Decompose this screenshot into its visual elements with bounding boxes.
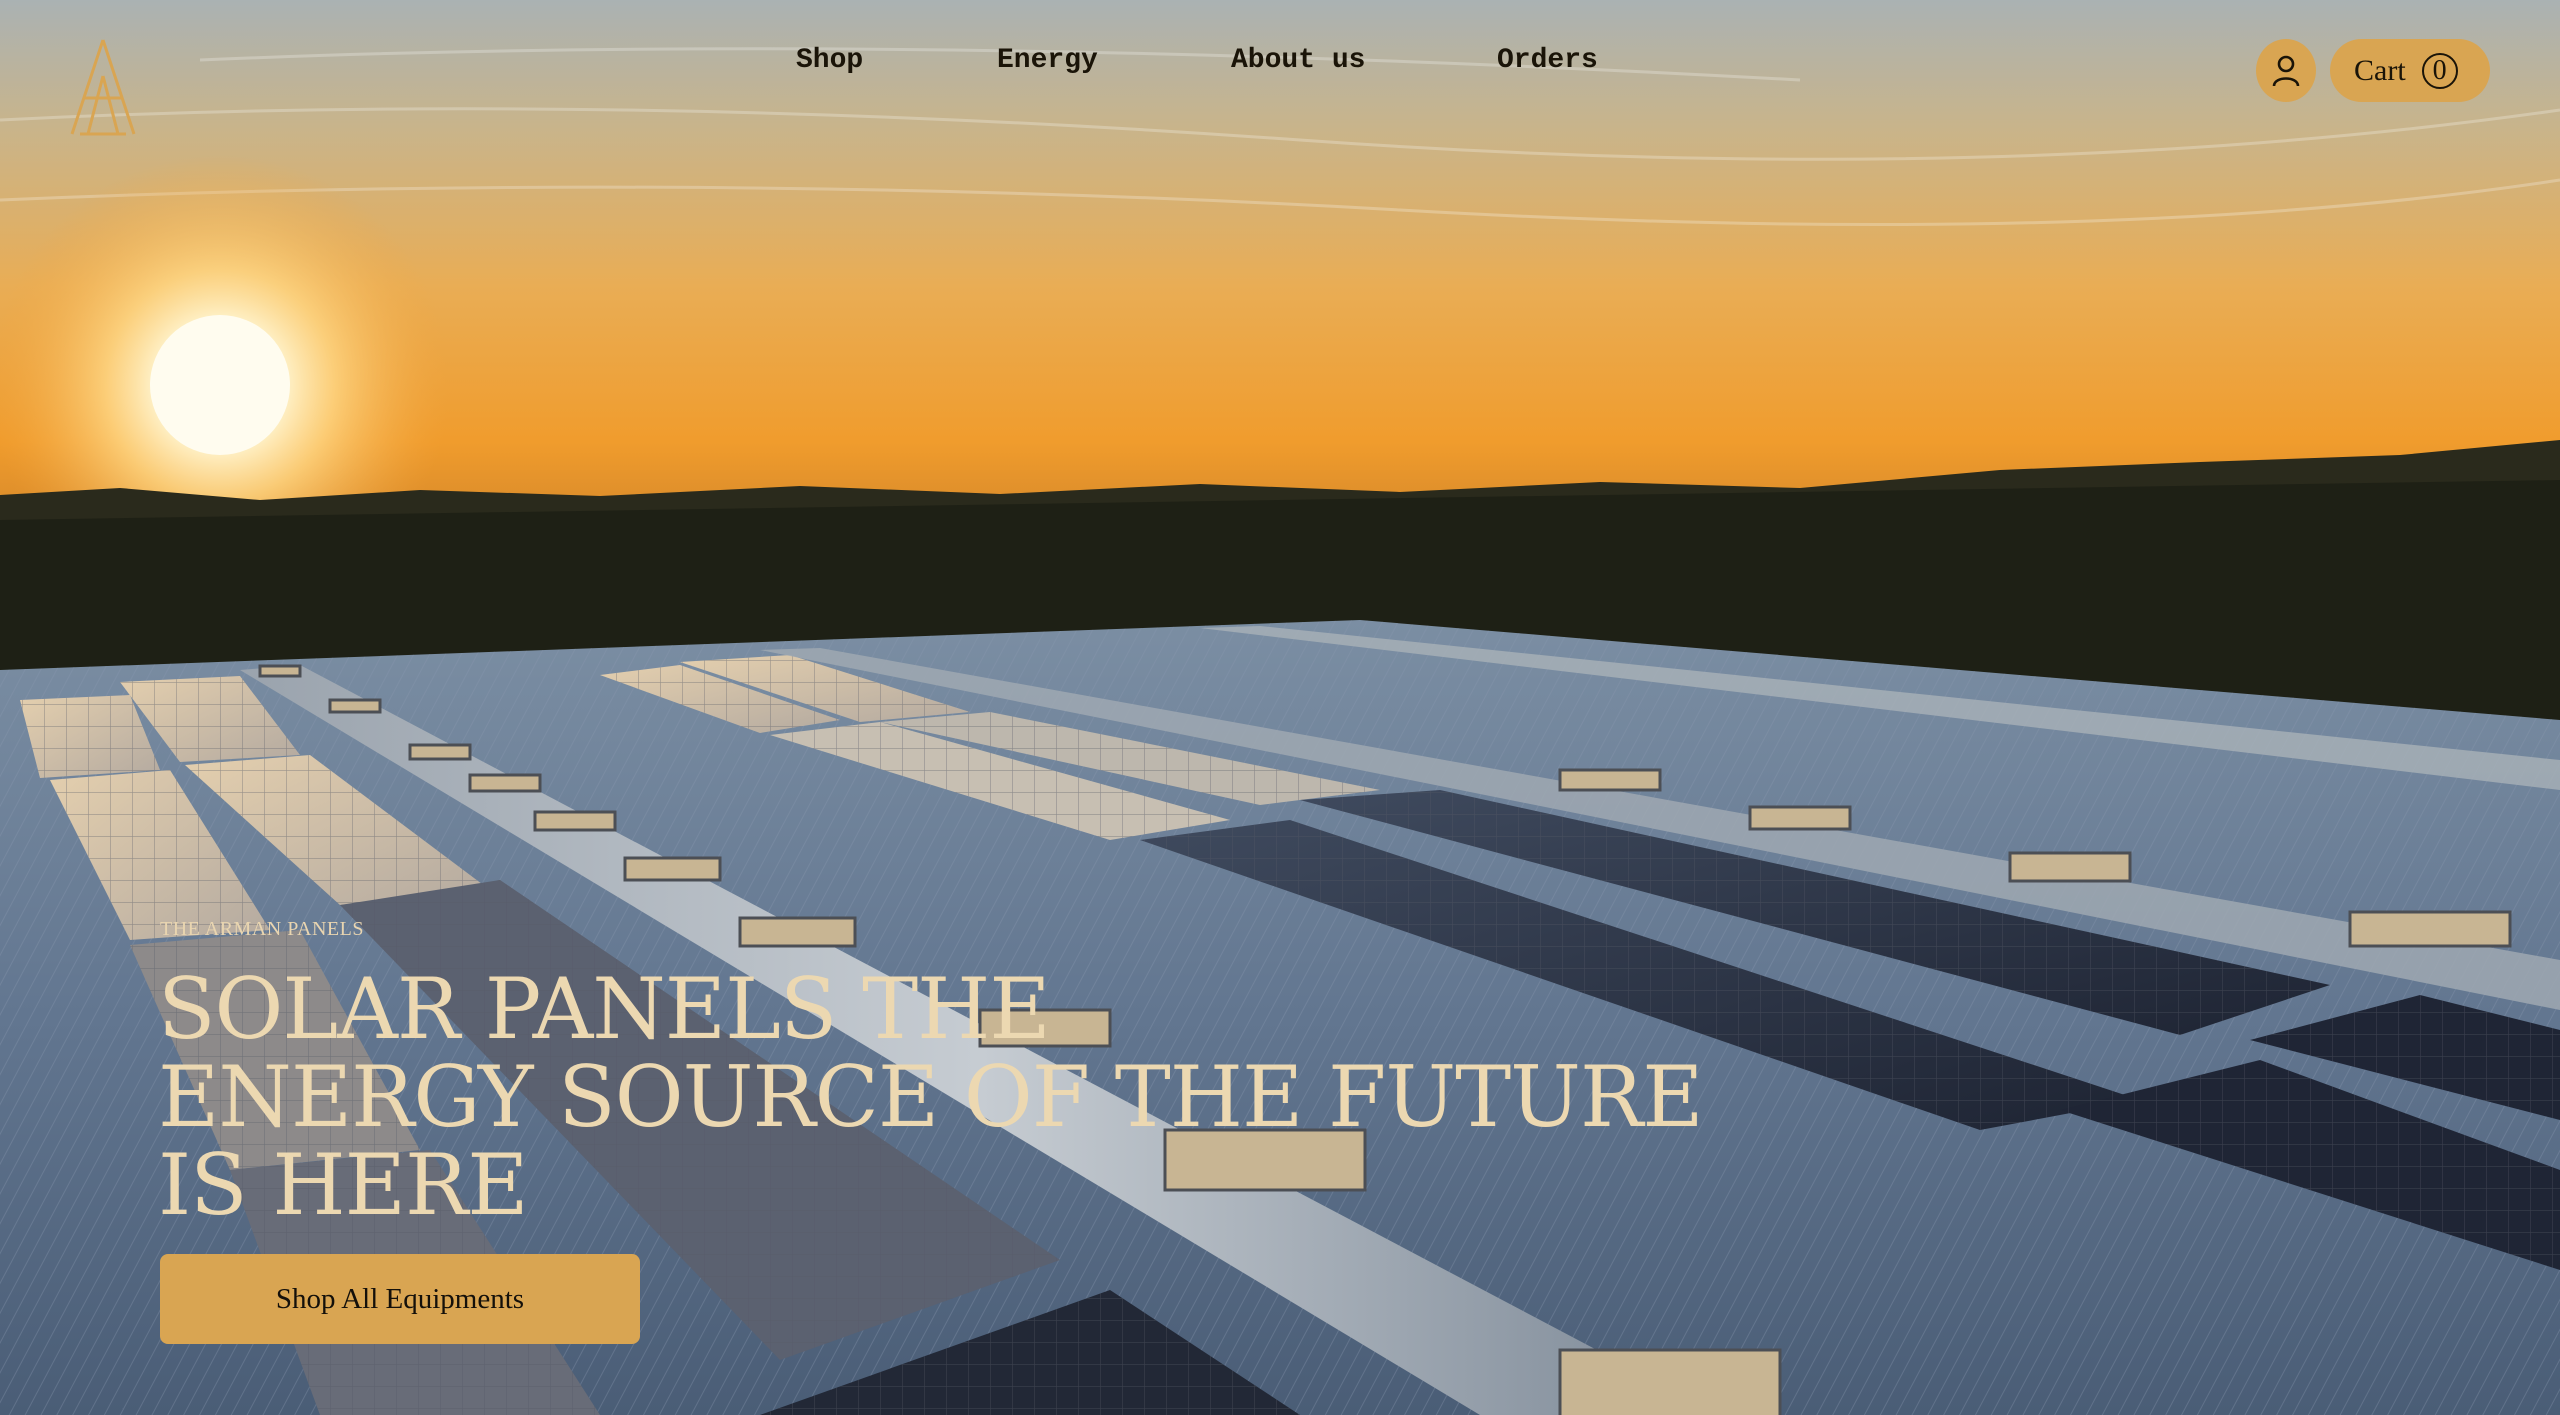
cart-button[interactable]: Cart 0 (2330, 39, 2490, 102)
nav-item-shop[interactable]: Shop (796, 40, 863, 82)
user-icon (2272, 55, 2300, 86)
cart-label: Cart (2354, 53, 2406, 87)
nav-item-energy[interactable]: Energy (997, 40, 1098, 82)
hero-headline-line-2: ENERGY SOURCE OF THE FUTURE (158, 1048, 1704, 1146)
nav-item-orders[interactable]: Orders (1497, 40, 1598, 82)
account-button[interactable] (2256, 39, 2316, 102)
shop-all-equipments-button[interactable]: Shop All Equipments (160, 1254, 640, 1344)
nav-item-about-us[interactable]: About us (1231, 40, 1365, 82)
hero-eyebrow: THE ARMAN PANELS (160, 918, 364, 940)
cart-count-badge: 0 (2421, 52, 2458, 89)
brand-logo-icon[interactable] (66, 36, 140, 142)
hero-headline-line-3: IS HERE (158, 1136, 529, 1234)
hero-headline-line-1: SOLAR PANELS THE (158, 960, 1051, 1058)
hero-headline: SOLAR PANELS THE ENERGY SOURCE OF THE FU… (158, 960, 1704, 1234)
